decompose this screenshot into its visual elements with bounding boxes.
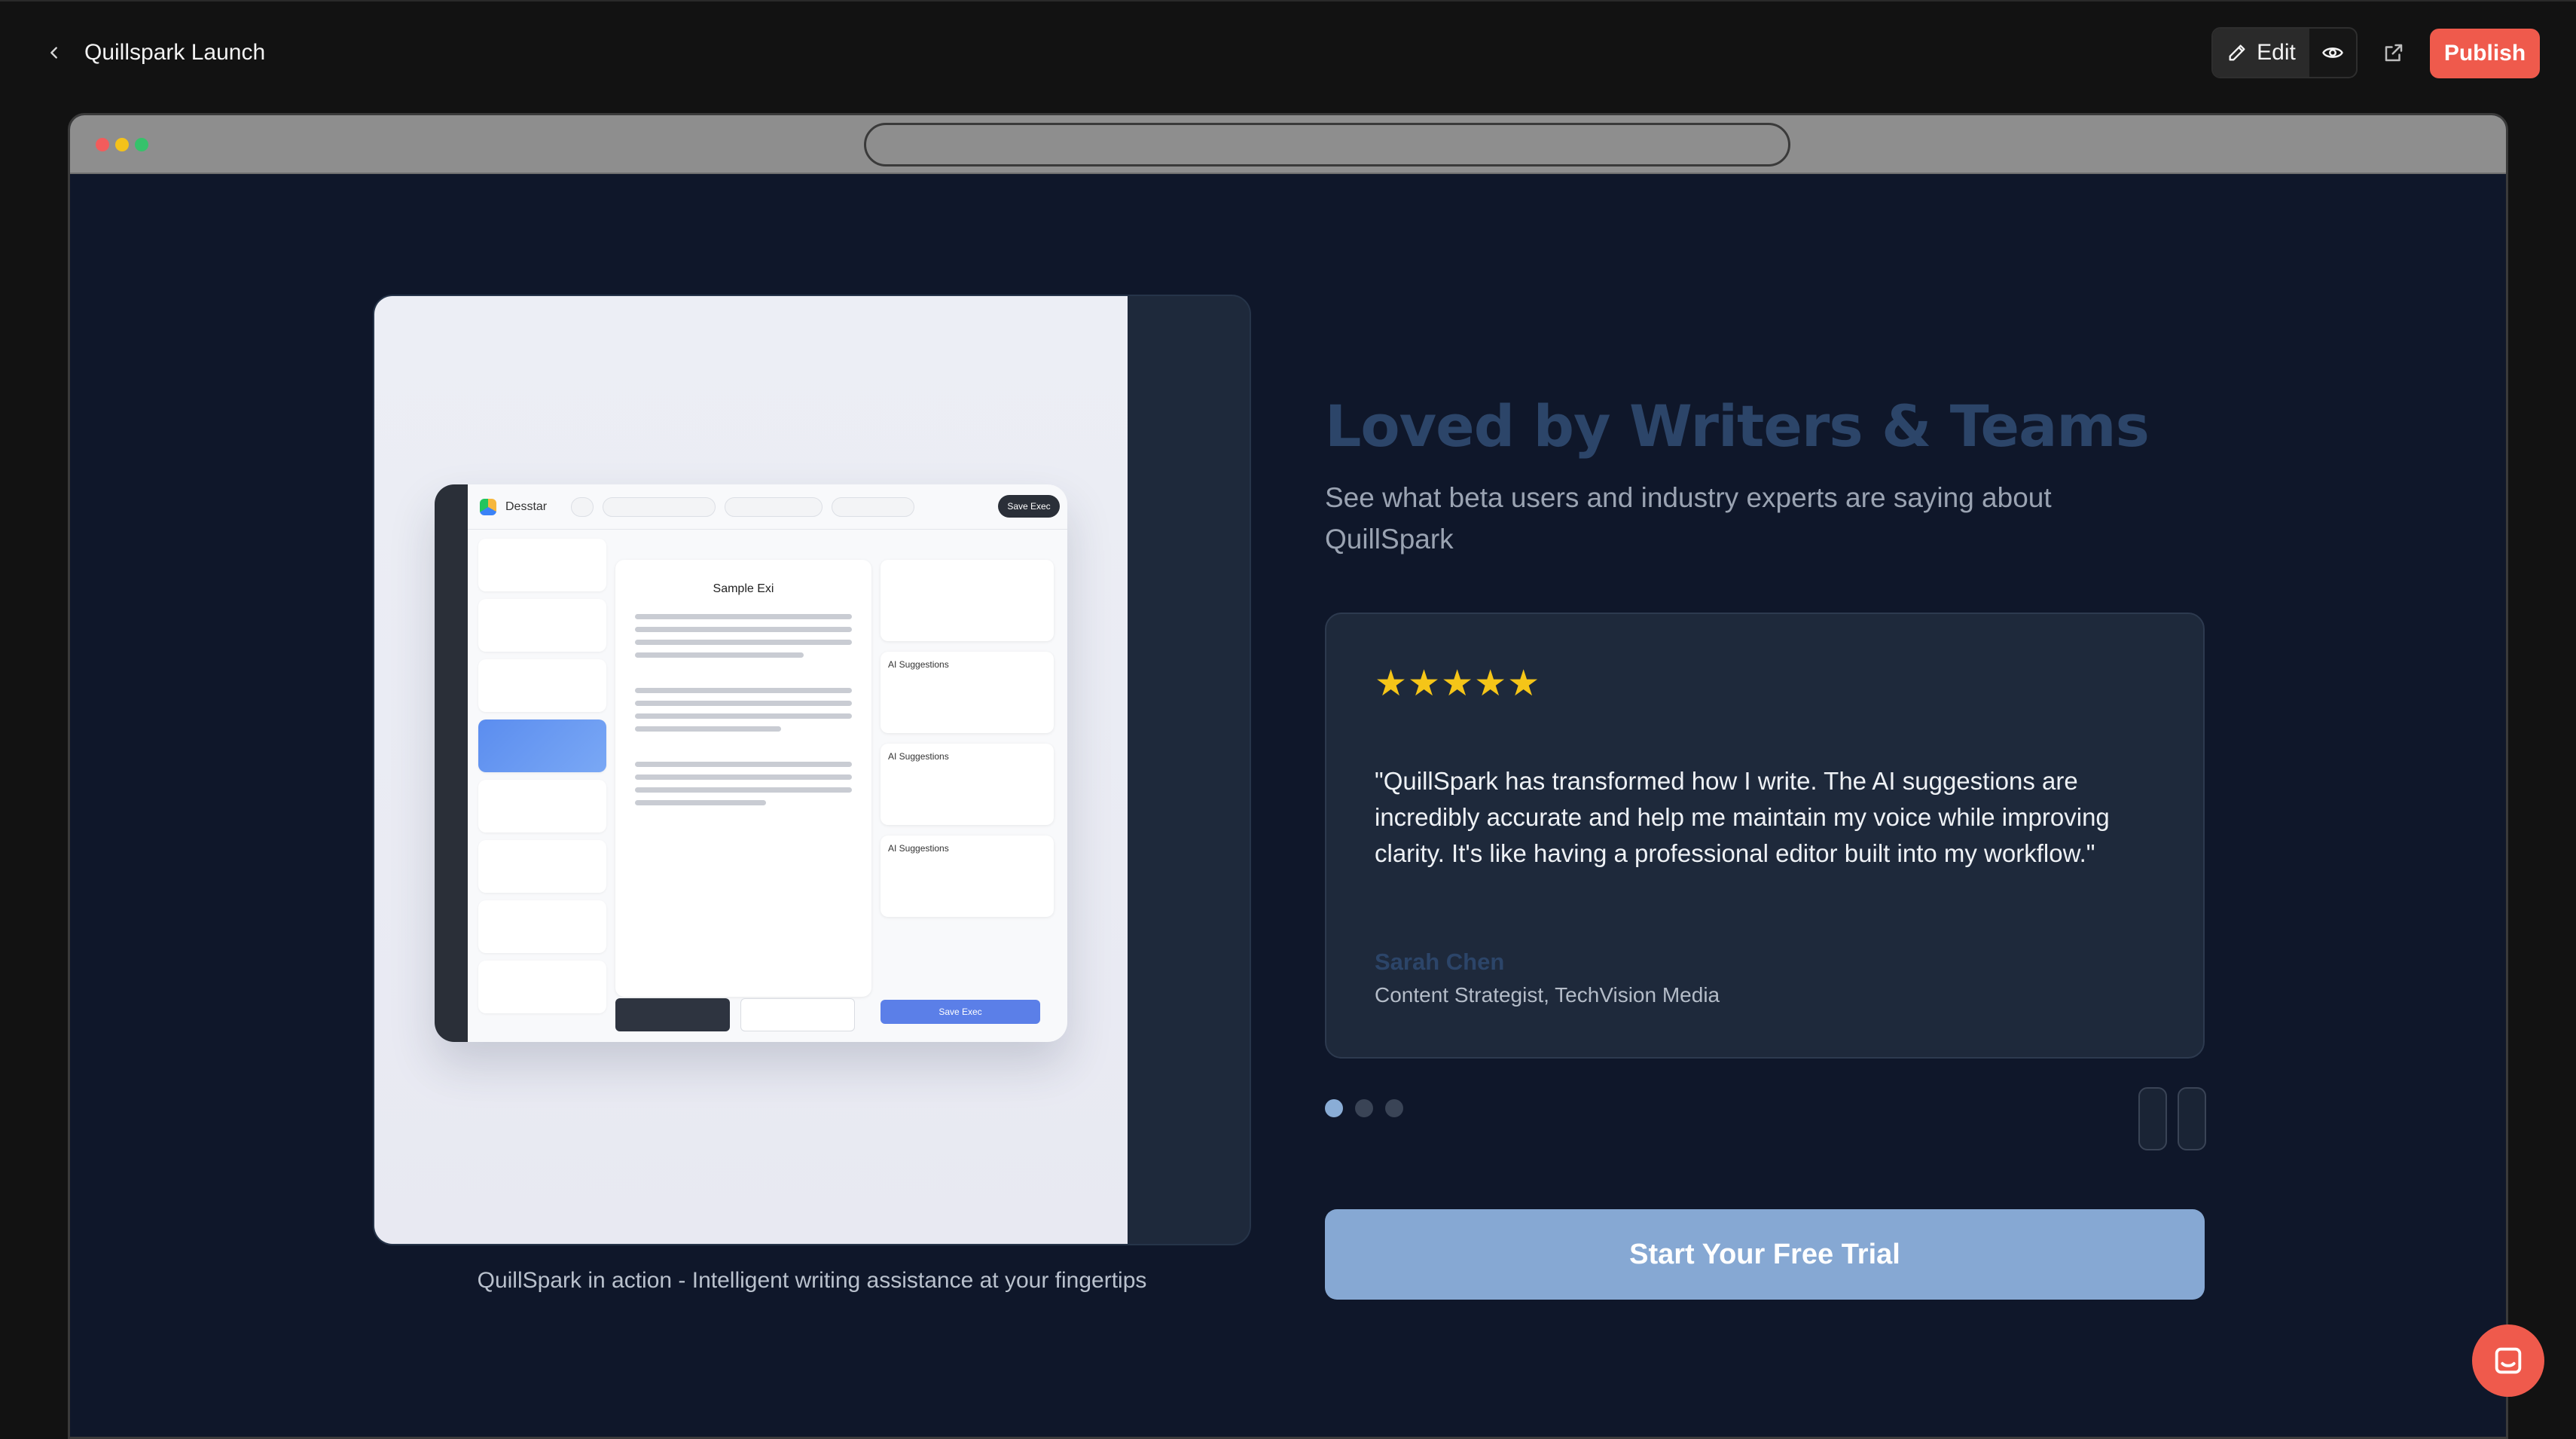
- mockup-list-item: [478, 780, 606, 833]
- mockup-text-line: [635, 627, 852, 632]
- preview-button[interactable]: [2309, 29, 2356, 77]
- mockup-footer-button: [615, 998, 730, 1031]
- carousel-dot-3[interactable]: [1385, 1099, 1403, 1117]
- carousel-dot-2[interactable]: [1355, 1099, 1373, 1117]
- carousel-prev-button[interactable]: [2138, 1087, 2167, 1150]
- mockup-list-item: [478, 599, 606, 652]
- mode-toggle: Edit: [2211, 27, 2358, 78]
- mockup-text-line: [635, 800, 766, 805]
- mockup-footer-action: Save Exec: [881, 1000, 1040, 1024]
- edit-button[interactable]: Edit: [2213, 29, 2309, 77]
- browser-preview-frame: Desstar Save Exec Sample Exi AI Suggesti…: [68, 113, 2508, 1439]
- browser-chrome: [70, 115, 2506, 174]
- testimonial-quote: "QuillSpark has transformed how I write.…: [1375, 767, 2110, 867]
- app-mockup: Desstar Save Exec Sample Exi AI Suggesti…: [435, 484, 1067, 1042]
- mockup-text-line: [635, 701, 852, 706]
- mockup-save-button: Save Exec: [998, 495, 1060, 518]
- app-header: Quillspark Launch Edit Publish: [0, 0, 2576, 104]
- testimonial-role: Content Strategist, TechVision Media: [1375, 983, 1720, 1007]
- window-maximize-dot: [135, 138, 148, 151]
- mockup-footer-button: [740, 998, 855, 1031]
- chat-widget-button[interactable]: [2472, 1324, 2544, 1397]
- mockup-suggestion-card: AI Suggestions: [881, 744, 1054, 825]
- mockup-text-line: [635, 640, 852, 645]
- testimonial-author: Sarah Chen: [1375, 949, 1505, 975]
- section-subheadline: See what beta users and industry experts…: [1325, 482, 2052, 555]
- mockup-text-line: [635, 713, 852, 719]
- chevron-left-icon: [50, 47, 57, 59]
- eye-icon: [2322, 47, 2343, 58]
- mockup-text-line: [635, 688, 852, 693]
- screenshot-caption: QuillSpark in action - Intelligent writi…: [477, 1268, 1147, 1293]
- mockup-text-line: [635, 652, 804, 658]
- mockup-suggestion-card: AI Suggestions: [881, 652, 1054, 733]
- carousel-dot-1[interactable]: [1325, 1099, 1343, 1117]
- mockup-pill: [832, 496, 915, 517]
- window-close-dot: [96, 138, 109, 151]
- section-headline: Loved by Writers & Teams: [1325, 393, 2150, 460]
- page-viewport: Desstar Save Exec Sample Exi AI Suggesti…: [70, 174, 2506, 1437]
- mockup-toolbar: Desstar Save Exec: [468, 484, 1067, 530]
- mockup-list-item: [478, 840, 606, 893]
- mockup-document: Sample Exi: [615, 560, 871, 997]
- product-screenshot-card: Desstar Save Exec Sample Exi AI Suggesti…: [373, 295, 1251, 1245]
- mockup-doc-title: Sample Exi: [713, 582, 774, 595]
- carousel-next-button[interactable]: [2178, 1087, 2206, 1150]
- external-link-icon: [2385, 44, 2403, 62]
- mockup-pill: [725, 496, 823, 517]
- pencil-icon: [2229, 44, 2245, 61]
- testimonial-card: ★★★★★ "QuillSpark has transformed how I …: [1325, 613, 2205, 1059]
- star-rating: ★★★★★: [1375, 664, 1541, 704]
- mockup-text-line: [635, 774, 852, 780]
- mockup-brand: Desstar: [505, 500, 548, 513]
- mockup-suggestion-label: AI Suggestions: [888, 751, 949, 762]
- start-trial-button[interactable]: Start Your Free Trial: [1325, 1209, 2205, 1300]
- carousel-pagination: [1325, 1099, 1403, 1117]
- edit-label: Edit: [2257, 40, 2296, 65]
- mockup-text-line: [635, 762, 852, 767]
- product-screenshot-image: Desstar Save Exec Sample Exi AI Suggesti…: [374, 296, 1128, 1244]
- open-external-button[interactable]: [2376, 35, 2412, 71]
- mockup-text-line: [635, 614, 852, 619]
- mockup-sidebar: [478, 539, 606, 1028]
- chat-icon: [2495, 1347, 2522, 1374]
- mockup-list-item-active: [478, 720, 606, 772]
- mockup-pill: [571, 496, 594, 517]
- mockup-suggestion-label: AI Suggestions: [888, 843, 949, 854]
- mockup-text-line: [635, 787, 852, 793]
- mockup-list-item: [478, 539, 606, 591]
- mockup-list-item: [478, 900, 606, 953]
- mockup-suggestions-panel: AI Suggestions AI Suggestions AI Suggest…: [881, 560, 1054, 997]
- mockup-text-line: [635, 726, 781, 732]
- mockup-suggestion-card: AI Suggestions: [881, 836, 1054, 917]
- mockup-suggestion-card: [881, 560, 1054, 641]
- mockup-pill: [603, 496, 716, 517]
- mockup-list-item: [478, 659, 606, 712]
- mockup-suggestion-label: AI Suggestions: [888, 659, 949, 670]
- mockup-logo-icon: [480, 498, 496, 515]
- publish-button[interactable]: Publish: [2430, 29, 2540, 78]
- address-bar[interactable]: [864, 123, 1790, 167]
- back-button[interactable]: [39, 38, 69, 68]
- project-title: Quillspark Launch: [84, 40, 266, 65]
- window-minimize-dot: [115, 138, 129, 151]
- mockup-list-item: [478, 961, 606, 1013]
